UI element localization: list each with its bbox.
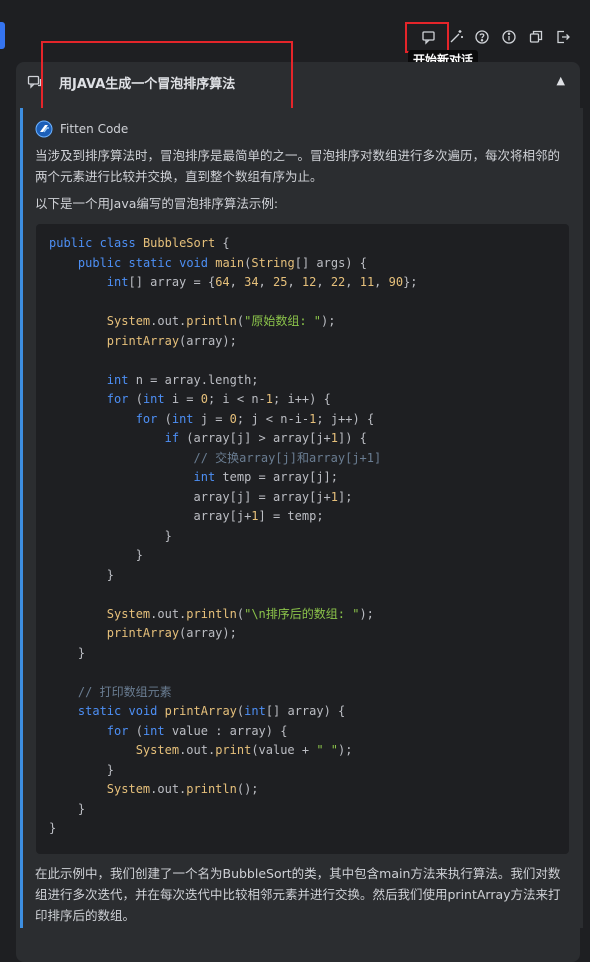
- code-line: static void printArray(int[] array) {: [77, 704, 346, 718]
- sidebar-active-indicator: [0, 22, 5, 49]
- code-line: if (array[j] > array[j+1]) {: [164, 431, 367, 445]
- code-line: }: [49, 762, 115, 777]
- code-line: for (int value : array) {: [106, 723, 288, 738]
- assistant-message: Fitten Code 当涉及到排序算法时，冒泡排序是最简单的之一。冒泡排序对数…: [20, 108, 583, 928]
- code-block[interactable]: public class BubbleSort { public static …: [36, 224, 569, 854]
- code-line: array[j+1] = temp;: [49, 509, 324, 523]
- code-line: public static void main(String[] args) {: [77, 255, 367, 270]
- author-name: Fitten Code: [60, 122, 129, 136]
- code-line: }: [49, 548, 143, 562]
- code-line: System.out.println("\n排序后的数组: ");: [106, 606, 374, 621]
- answer-paragraph-intro: 当涉及到排序算法时，冒泡排序是最简单的之一。冒泡排序对数组进行多次遍历，每次将相…: [35, 148, 561, 184]
- code-line: }: [49, 801, 86, 816]
- code-line: System.out.print(value + " ");: [135, 743, 353, 757]
- message-author: Fitten Code: [35, 120, 128, 138]
- code-line: // 交换array[j]和array[j+1]: [193, 450, 382, 465]
- code-content: public class BubbleSort { public static …: [49, 234, 418, 839]
- code-line: }: [49, 821, 57, 835]
- code-line: printArray(array);: [106, 333, 237, 348]
- code-line: array[j] = array[j+1];: [49, 489, 353, 504]
- exit-icon[interactable]: [552, 26, 574, 48]
- code-line: int[] array = {64, 34, 25, 12, 22, 11, 9…: [106, 275, 418, 289]
- info-icon[interactable]: [498, 26, 520, 48]
- code-line: int n = array.length;: [106, 372, 259, 387]
- copy-window-icon[interactable]: [525, 26, 547, 48]
- code-line: System.out.println("原始数组: ");: [106, 314, 336, 328]
- fitten-code-logo-icon: [35, 120, 53, 138]
- answer-paragraph-example-intro: 以下是一个用Java编写的冒泡排序算法示例:: [35, 196, 279, 211]
- code-line: int temp = array[j];: [193, 470, 339, 484]
- code-line: for (int i = 0; i < n-1; i++) {: [106, 392, 331, 406]
- help-icon[interactable]: [471, 26, 493, 48]
- code-line: public class BubbleSort {: [49, 236, 230, 250]
- code-line: }: [49, 645, 86, 660]
- code-line: }: [49, 567, 115, 582]
- collapse-arrow-icon[interactable]: ▲: [557, 74, 565, 87]
- new-chat-highlight-box: [405, 22, 449, 53]
- code-line: }: [49, 528, 172, 543]
- code-line: System.out.println();: [106, 782, 259, 796]
- code-line: // 打印数组元素: [77, 684, 172, 699]
- code-line: printArray(array);: [106, 626, 237, 640]
- code-line: for (int j = 0; j < n-i-1; j++) {: [135, 411, 375, 426]
